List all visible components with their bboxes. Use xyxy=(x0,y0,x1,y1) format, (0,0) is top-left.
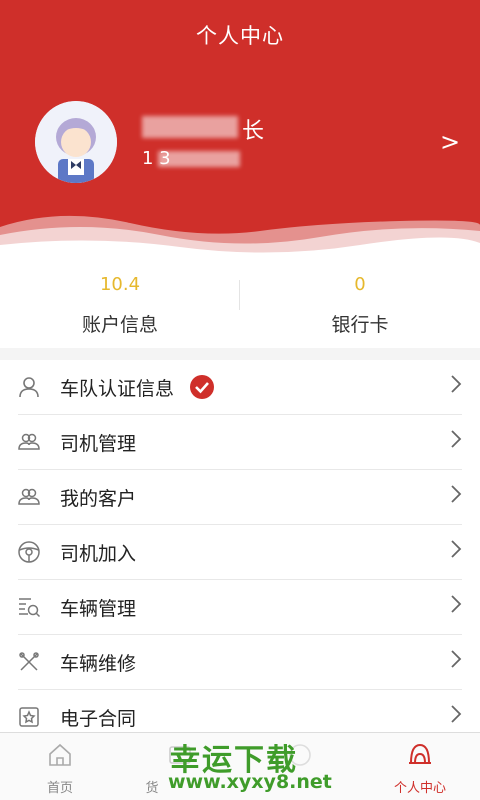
wave-decoration xyxy=(0,215,480,275)
menu-item-label: 电子合同 xyxy=(60,708,137,730)
menu-item-label: 车辆维修 xyxy=(60,653,137,675)
user-phone: 1 3 xyxy=(142,148,171,169)
tab-profile[interactable]: 个人中心 xyxy=(360,733,480,800)
menu-list: 车队认证信息 司机管理 我的客户 司机加入 车辆管理 车辆维修 电子合同 xyxy=(0,360,480,740)
contract-icon xyxy=(19,707,39,727)
account-info-stat[interactable]: 10.4 账户信息 xyxy=(0,272,240,348)
account-balance: 10.4 xyxy=(99,274,141,295)
page-title: 个人中心 xyxy=(196,24,284,48)
user-name: 长 xyxy=(242,119,265,144)
tab-label: 个人中心 xyxy=(393,781,446,796)
wrench-icon xyxy=(19,652,39,671)
chevron-right-icon xyxy=(451,485,462,503)
bank-card-stat[interactable]: 0 银行卡 xyxy=(240,272,480,348)
menu-item-driver-management[interactable]: 司机管理 xyxy=(0,415,480,470)
menu-item-label: 司机管理 xyxy=(60,433,137,455)
menu-item-driver-join[interactable]: 司机加入 xyxy=(0,525,480,580)
list-search-icon xyxy=(19,598,41,618)
avatar[interactable] xyxy=(35,101,117,183)
group-icon xyxy=(18,433,40,450)
account-stats: 10.4 账户信息 0 银行卡 xyxy=(0,272,480,348)
menu-item-vehicle-repair[interactable]: 车辆维修 xyxy=(0,635,480,690)
profile-icon xyxy=(409,743,431,764)
menu-item-label: 我的客户 xyxy=(60,488,137,510)
menu-item-vehicle-management[interactable]: 车辆管理 xyxy=(0,580,480,635)
group-icon xyxy=(18,488,40,505)
chevron-right-icon xyxy=(451,595,462,613)
home-icon xyxy=(49,743,71,766)
menu-item-label: 司机加入 xyxy=(60,543,137,565)
profile-arrow-icon[interactable]: > xyxy=(440,128,460,156)
person-icon xyxy=(19,377,39,398)
chevron-right-icon xyxy=(451,540,462,558)
chevron-right-icon xyxy=(451,430,462,448)
verified-check-icon xyxy=(190,375,214,399)
chevron-right-icon xyxy=(451,375,462,393)
steering-wheel-icon xyxy=(18,541,40,563)
watermark-url: www.xyxy8.net xyxy=(168,771,332,793)
chevron-right-icon xyxy=(451,650,462,668)
bank-card-count: 0 xyxy=(354,274,366,295)
menu-item-fleet-certification[interactable]: 车队认证信息 xyxy=(0,360,480,415)
profile-header: 个人中心 长 1 3 > xyxy=(0,0,480,275)
watermark: 幸运下载 www.xyxy8.net xyxy=(160,735,332,795)
chevron-right-icon xyxy=(451,705,462,723)
menu-item-label: 车辆管理 xyxy=(60,598,137,620)
menu-item-my-customers[interactable]: 我的客户 xyxy=(0,470,480,525)
account-info-label: 账户信息 xyxy=(81,314,158,336)
menu-item-label: 车队认证信息 xyxy=(60,378,175,400)
bank-card-label: 银行卡 xyxy=(331,314,389,336)
